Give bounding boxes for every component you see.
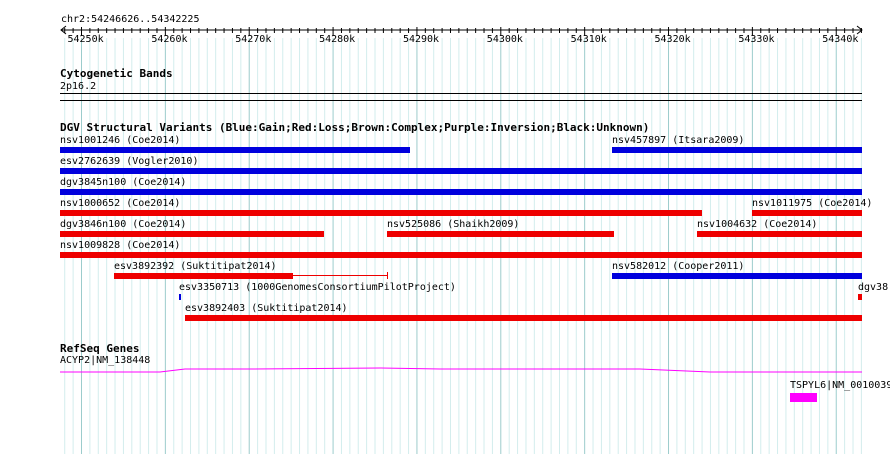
gene-model-tspyl6[interactable]	[790, 393, 817, 402]
gene-label[interactable]: TSPYL6|NM_0010039	[790, 380, 890, 392]
gene-model-acyp2[interactable]	[0, 0, 890, 454]
